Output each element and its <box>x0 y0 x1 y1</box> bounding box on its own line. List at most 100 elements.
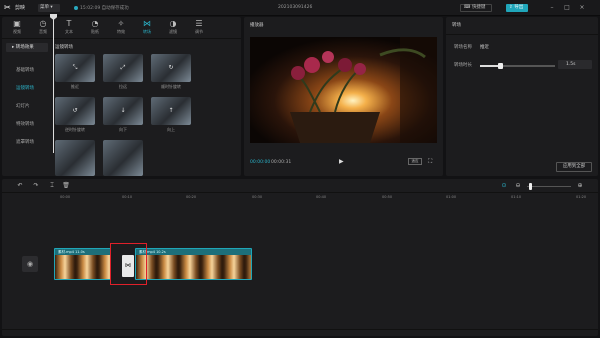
transition-thumbnail[interactable]: ⤡ <box>55 54 95 82</box>
arrow-up-icon: ↑ <box>168 107 174 114</box>
close-icon[interactable]: × <box>578 4 586 12</box>
tab-text[interactable]: T 文本 <box>58 19 80 37</box>
duration-input[interactable]: 1.5s <box>558 60 592 69</box>
arrow-down-icon: ↓ <box>120 107 126 114</box>
category-item[interactable]: 基础转场 <box>6 66 48 75</box>
zoom-slider[interactable] <box>527 186 571 187</box>
zoom-out-icon: ⤢ <box>120 64 126 71</box>
tab-effects[interactable]: ✧ 特效 <box>110 19 132 37</box>
player-panel: 播放器 00:00:00 00:00:31 ▶ 适应 ⛶ <box>244 17 443 176</box>
sticker-icon: ◔ <box>91 19 99 28</box>
delete-icon[interactable]: 🗑 <box>62 182 70 190</box>
transition-label: 逆时针旋转 <box>65 127 85 132</box>
category-item[interactable]: 幻灯片 <box>6 102 48 111</box>
tab-video[interactable]: ▣ 视频 <box>6 19 28 37</box>
ruler-tick-label: 00:10 <box>122 195 133 199</box>
save-status-icon <box>74 6 78 10</box>
title-bar: ✂ 剪映 菜单 ▾ 15:02:09 自动保存成功 202103091426 ⌨… <box>0 0 600 16</box>
clip-frames <box>136 255 251 279</box>
tab-adjust[interactable]: ☰ 调节 <box>188 19 210 37</box>
category-item[interactable]: 运镜转场 <box>6 84 48 93</box>
properties-panel: 转场 转场名称 推近 转场时长 1.5s 应用到全部 <box>446 17 598 176</box>
video-clip[interactable]: 素材.mp4 10.2s <box>135 248 252 280</box>
tab-label: 转场 <box>143 29 151 34</box>
category-item[interactable]: 特效转场 <box>6 120 48 129</box>
tab-filter[interactable]: ◑ 滤镜 <box>162 19 184 37</box>
ratio-button[interactable]: 适应 <box>408 158 422 165</box>
shortcut-button[interactable]: ⌨ 快捷键 <box>460 4 492 12</box>
tab-sticker[interactable]: ◔ 贴纸 <box>84 19 106 37</box>
link-icon[interactable]: ⊙ <box>500 182 508 190</box>
rotate-cw-icon: ↻ <box>168 64 174 71</box>
timeline-panel: ↶ ↷ ⌶ 🗑 ⊙ ⊖ ⊕ 00:00 00:10 00:20 00:30 00… <box>2 179 598 336</box>
tab-transition[interactable]: ⋈ 转场 <box>136 19 158 37</box>
total-time: 00:00:31 <box>271 160 292 165</box>
track-cover-icon[interactable]: ◉ <box>22 256 38 272</box>
current-time: 00:00:00 <box>250 160 271 165</box>
minimize-icon[interactable]: – <box>548 4 556 12</box>
undo-icon[interactable]: ↶ <box>16 182 24 190</box>
transition-label: 向下 <box>119 127 127 132</box>
audio-icon: ◷ <box>39 19 47 28</box>
fullscreen-icon[interactable]: ⛶ <box>428 158 436 166</box>
category-list: ▸ 转场效果 基础转场 运镜转场 幻灯片 特效转场 遮罩转场 <box>2 40 50 176</box>
app-name: 剪映 <box>15 5 26 11</box>
menu-button[interactable]: 菜单 ▾ <box>38 4 60 12</box>
transition-thumbnail[interactable]: ↑ <box>151 97 191 125</box>
section-title: 运镜转场 <box>55 45 73 50</box>
ruler-tick-label: 01:10 <box>511 195 522 199</box>
transition-thumbnail[interactable] <box>55 140 95 176</box>
save-status: 15:02:09 自动保存成功 <box>80 5 129 11</box>
tab-label: 音频 <box>39 29 47 34</box>
zoom-in-icon: ⤡ <box>72 64 78 71</box>
ruler-tick-label: 01:20 <box>576 195 587 199</box>
tab-label: 文本 <box>65 29 73 34</box>
ruler-tick-label: 00:20 <box>186 195 197 199</box>
divider <box>2 329 598 330</box>
duration-slider[interactable] <box>480 62 555 69</box>
transition-name-label: 转场名称 <box>454 45 472 50</box>
playhead[interactable] <box>53 16 54 153</box>
transition-thumbnail[interactable]: ↓ <box>103 97 143 125</box>
duration-slider-handle[interactable] <box>497 62 503 69</box>
zoom-in-icon[interactable]: ⊕ <box>576 182 584 190</box>
ruler-tick-label: 00:30 <box>252 195 263 199</box>
player-title: 播放器 <box>250 23 264 28</box>
ruler-tick-label: 00:50 <box>382 195 393 199</box>
ruler-tick-label: 00:00 <box>60 195 71 199</box>
export-button[interactable]: ⇪ 导出 <box>506 4 528 12</box>
divider <box>446 34 598 35</box>
highlight-box <box>110 243 147 285</box>
category-item[interactable]: 遮罩转场 <box>6 138 48 147</box>
transition-thumbnail[interactable] <box>103 140 143 176</box>
video-clip[interactable]: 素材.mp4 11.0s <box>54 248 111 280</box>
play-icon[interactable]: ▶ <box>339 158 347 166</box>
zoom-out-icon[interactable]: ⊖ <box>514 182 522 190</box>
maximize-icon[interactable]: □ <box>563 4 571 12</box>
video-preview[interactable] <box>250 37 437 143</box>
category-header[interactable]: ▸ 转场效果 <box>6 43 48 52</box>
split-icon[interactable]: ⌶ <box>48 182 56 190</box>
clip-frames <box>55 255 110 279</box>
filter-icon: ◑ <box>169 19 177 28</box>
transition-icon: ⋈ <box>143 19 151 28</box>
apply-all-button[interactable]: 应用到全部 <box>556 162 592 172</box>
text-icon: T <box>66 19 72 28</box>
transition-label: 向上 <box>167 127 175 132</box>
ruler-tick-label: 00:40 <box>316 195 327 199</box>
rotate-ccw-icon: ↺ <box>72 107 78 114</box>
export-label: 导出 <box>514 5 524 10</box>
time-ruler[interactable]: 00:00 00:10 00:20 00:30 00:40 00:50 01:0… <box>54 193 598 205</box>
transition-label: 推近 <box>71 84 79 89</box>
redo-icon[interactable]: ↷ <box>32 182 40 190</box>
preview-image <box>250 37 437 143</box>
zoom-slider-handle[interactable] <box>529 183 533 190</box>
media-panel: ▣ 视频 ◷ 音频 T 文本 ◔ 贴纸 ✧ 特效 ⋈ 转场 ◑ 滤镜 ☰ 调节 ▸ 转场效果 基… <box>2 17 241 176</box>
effects-icon: ✧ <box>117 19 125 28</box>
transition-thumbnail[interactable]: ⤢ <box>103 54 143 82</box>
transition-name-value: 推近 <box>480 45 489 50</box>
tab-audio[interactable]: ◷ 音频 <box>32 19 54 37</box>
tab-label: 贴纸 <box>91 29 99 34</box>
transition-thumbnail[interactable]: ↺ <box>55 97 95 125</box>
transition-thumbnail[interactable]: ↻ <box>151 54 191 82</box>
